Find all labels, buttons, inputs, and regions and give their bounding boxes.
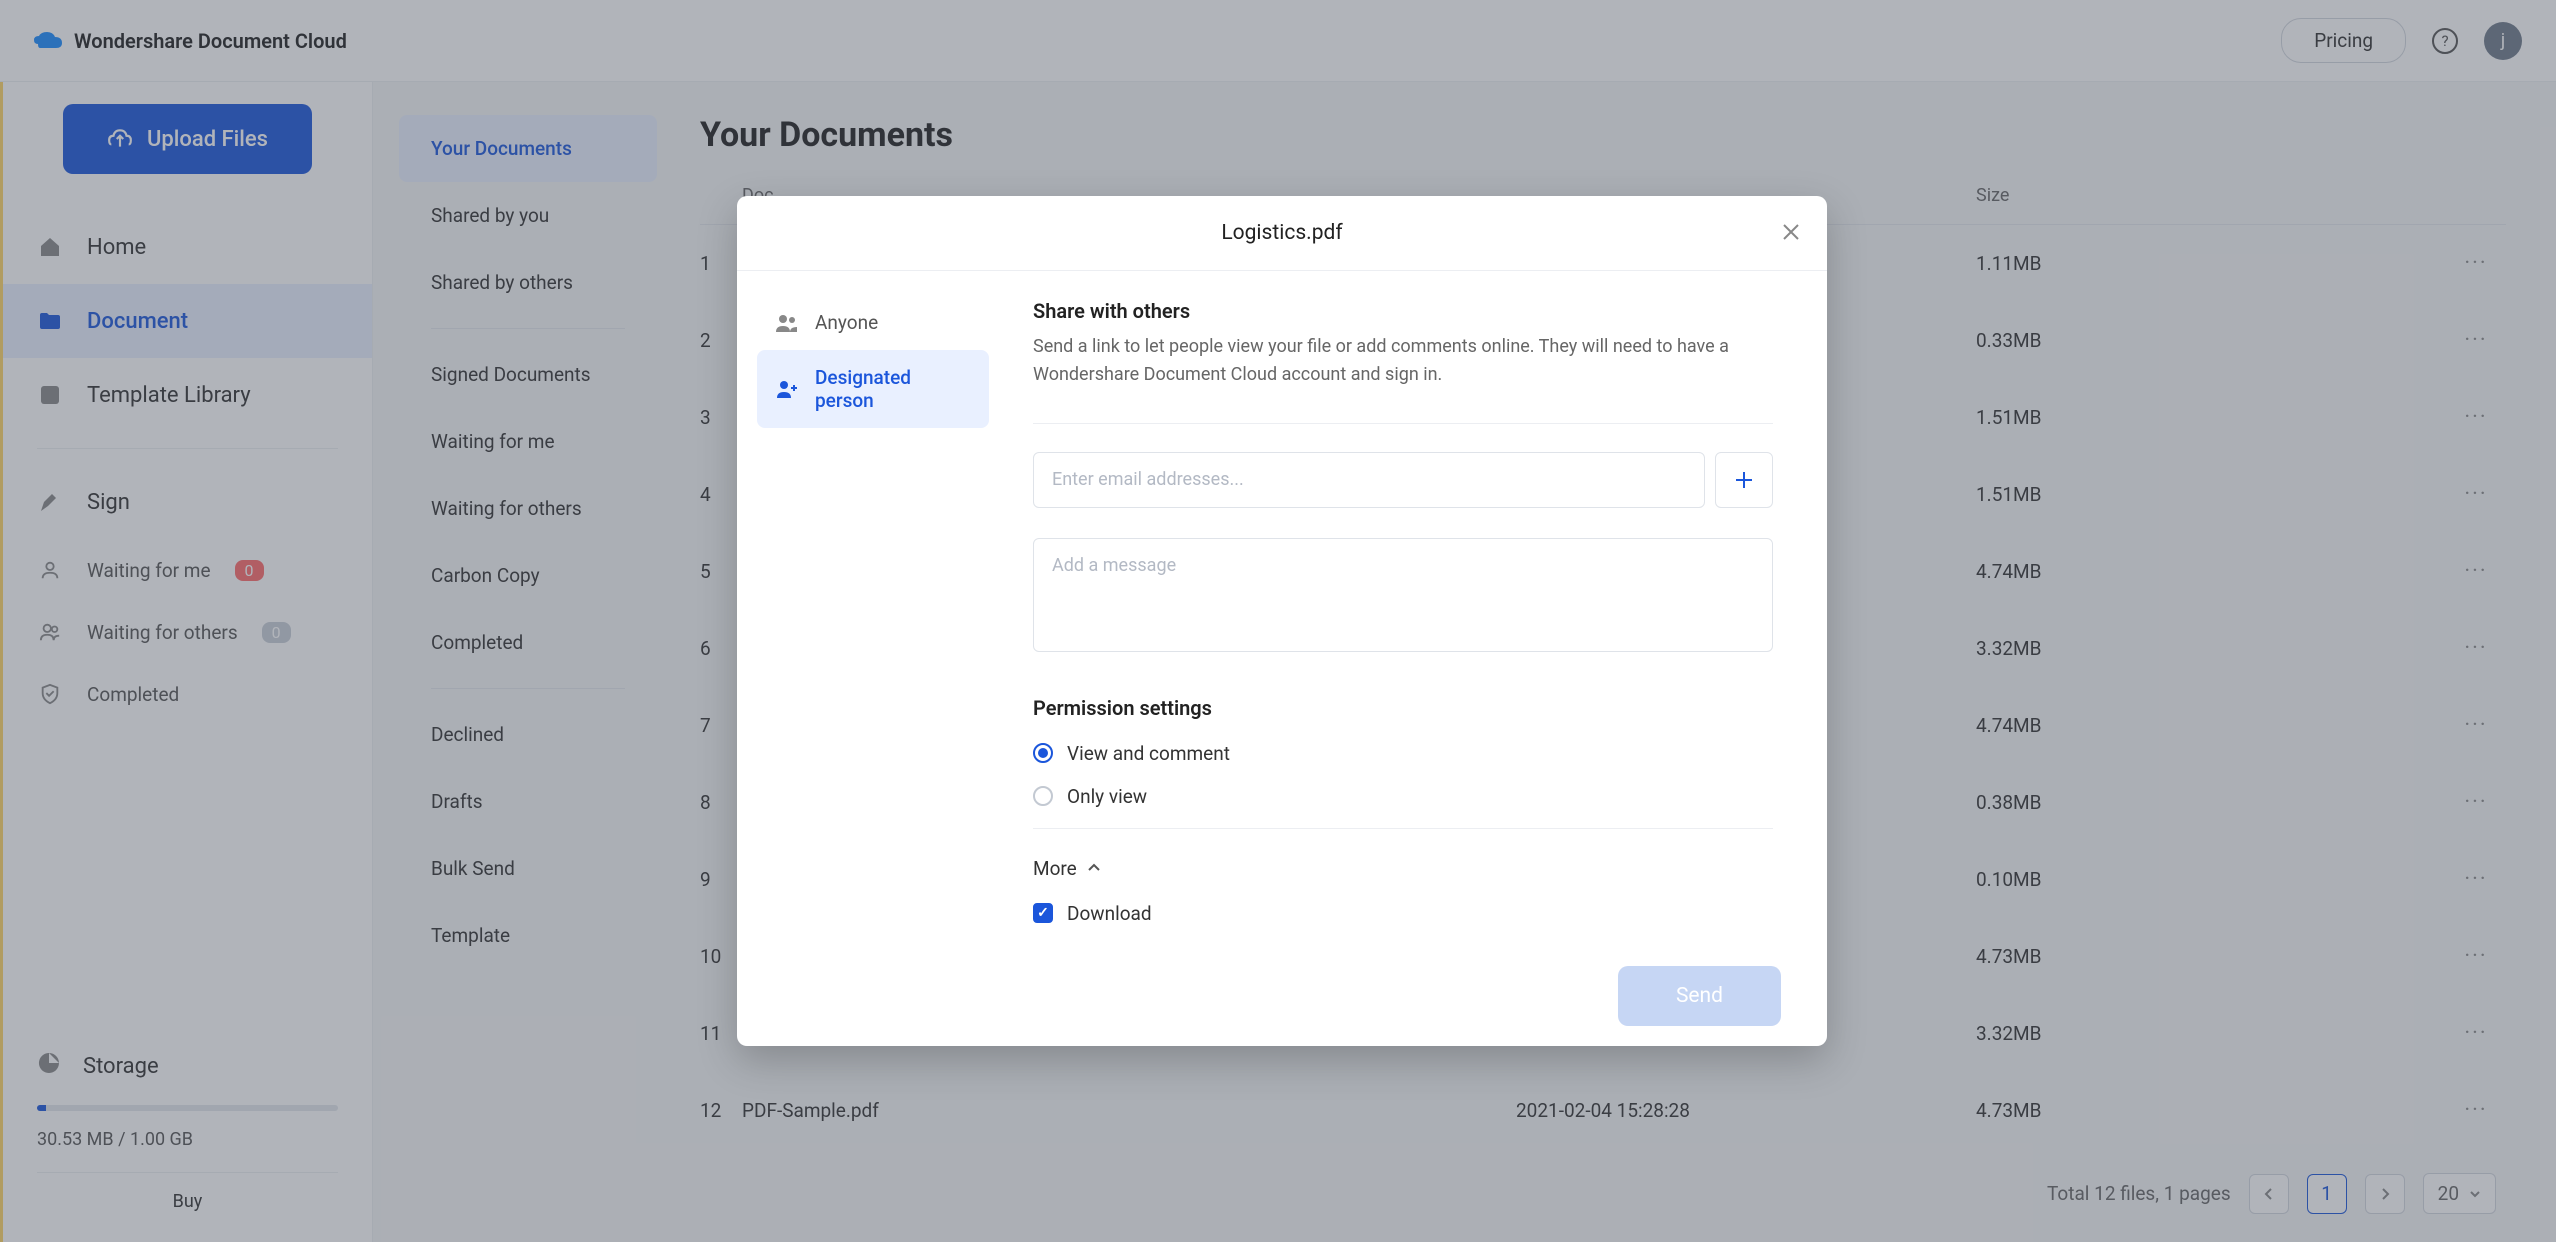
close-icon xyxy=(1779,220,1803,244)
divider xyxy=(1033,828,1773,829)
plus-icon xyxy=(1733,469,1755,491)
radio-icon xyxy=(1033,786,1053,806)
share-modal: Logistics.pdf Anyone Designated person S… xyxy=(737,196,1827,1046)
chevron-up-icon xyxy=(1087,863,1101,873)
person-add-icon xyxy=(775,379,799,399)
tab-label: Anyone xyxy=(815,311,878,334)
checkbox-icon xyxy=(1033,903,1053,923)
share-description: Send a link to let people view your file… xyxy=(1033,333,1773,389)
radio-label: View and comment xyxy=(1067,742,1230,765)
share-form: Share with others Send a link to let peo… xyxy=(1009,271,1827,946)
modal-header: Logistics.pdf xyxy=(737,196,1827,270)
tab-label: Designated person xyxy=(815,366,971,412)
modal-title: Logistics.pdf xyxy=(1221,221,1342,245)
message-textarea[interactable] xyxy=(1033,538,1773,652)
download-checkbox[interactable]: Download xyxy=(1033,902,1773,925)
close-button[interactable] xyxy=(1779,220,1803,244)
perm-only-view-radio[interactable]: Only view xyxy=(1033,785,1773,808)
perm-view-comment-radio[interactable]: View and comment xyxy=(1033,742,1773,765)
divider xyxy=(1033,423,1773,424)
share-anyone-tab[interactable]: Anyone xyxy=(757,295,989,350)
radio-icon xyxy=(1033,743,1053,763)
add-recipient-button[interactable] xyxy=(1715,452,1773,508)
people-group-icon xyxy=(775,313,799,333)
share-designated-tab[interactable]: Designated person xyxy=(757,350,989,428)
share-heading: Share with others xyxy=(1033,299,1773,323)
radio-label: Only view xyxy=(1067,785,1147,808)
checkbox-label: Download xyxy=(1067,902,1152,925)
modal-footer: Send xyxy=(737,946,1827,1046)
share-mode-tabs: Anyone Designated person xyxy=(737,271,1009,946)
send-button[interactable]: Send xyxy=(1618,966,1781,1026)
permission-heading: Permission settings xyxy=(1033,696,1773,720)
more-toggle[interactable]: More xyxy=(1033,857,1773,880)
more-label: More xyxy=(1033,857,1077,880)
email-input[interactable] xyxy=(1033,452,1705,508)
